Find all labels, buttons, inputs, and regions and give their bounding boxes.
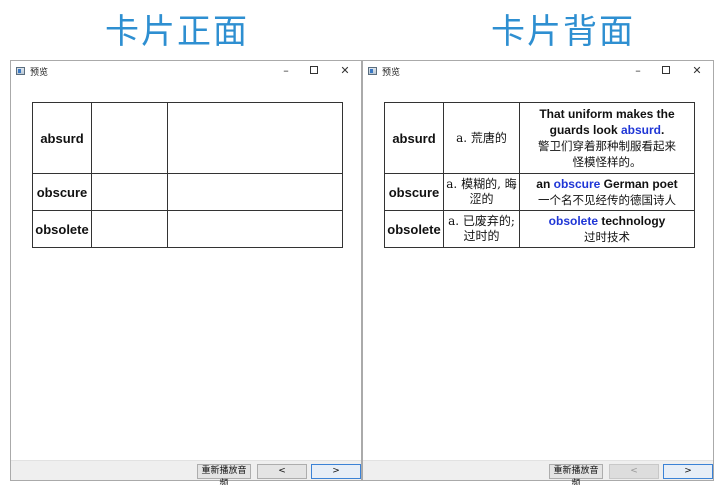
maximize-button[interactable]: [300, 62, 328, 80]
word-cell: obscure: [384, 173, 444, 211]
back-heading: 卡片背面: [491, 12, 635, 52]
minimize-button[interactable]: –: [272, 62, 300, 80]
table-row: obsolete a. 已废弃的; 过时的 obsolete technolog…: [384, 210, 695, 248]
meaning-cell: a. 荒唐的: [443, 102, 520, 174]
meaning-cell: a. 已废弃的; 过时的: [443, 210, 520, 248]
window-title: 预览: [382, 68, 401, 78]
prev-button[interactable]: <: [609, 464, 659, 479]
word-cell: obsolete: [32, 210, 92, 248]
replay-audio-button[interactable]: 重新播放音频: [549, 464, 603, 485]
highlighted-word: absurd: [620, 123, 661, 137]
front-heading: 卡片正面: [105, 12, 249, 52]
meaning-cell: [91, 102, 168, 174]
app-icon: [16, 67, 25, 75]
table-row: absurd: [32, 102, 343, 174]
window-title: 预览: [30, 68, 49, 78]
bottom-toolbar: 重新播放音频 < >: [363, 460, 713, 485]
meaning-cell: [91, 210, 168, 248]
meaning-cell: [91, 173, 168, 211]
back-preview-window: 预览 – ✕ absurd a. 荒唐的 That uniform makes …: [362, 60, 714, 485]
minimize-button[interactable]: –: [624, 62, 652, 80]
example-cell: an obscure German poet 一个名不见经传的德国诗人: [519, 173, 695, 211]
replay-audio-button[interactable]: 重新播放音频: [197, 464, 251, 485]
example-translation: 一个名不见经传的德国诗人: [538, 193, 676, 207]
example-cell: [167, 210, 343, 248]
example-cell: That uniform makes the guards look absur…: [519, 102, 695, 174]
table-row: absurd a. 荒唐的 That uniform makes the gua…: [384, 102, 695, 174]
example-translation: 怪模怪样的。: [572, 155, 642, 169]
close-button[interactable]: ✕: [331, 62, 359, 80]
meaning-cell: a. 模糊的, 晦涩的: [443, 173, 520, 211]
title-bar[interactable]: 预览 – ✕: [11, 61, 361, 81]
word-cell: absurd: [384, 102, 444, 174]
example-cell: [167, 173, 343, 211]
maximize-button[interactable]: [652, 62, 680, 80]
title-bar[interactable]: 预览 – ✕: [363, 61, 713, 81]
example-sentence: That uniform makes the guards look absur…: [539, 107, 675, 137]
table-row: obscure a. 模糊的, 晦涩的 an obscure German po…: [384, 173, 695, 211]
card-back-table: absurd a. 荒唐的 That uniform makes the gua…: [384, 102, 695, 248]
example-cell: obsolete technology 过时技术: [519, 210, 695, 248]
word-cell: absurd: [32, 102, 92, 174]
next-button[interactable]: >: [311, 464, 361, 479]
word-cell: obscure: [32, 173, 92, 211]
prev-button[interactable]: <: [257, 464, 307, 479]
example-translation: 警卫们穿着那种制服看起来: [538, 139, 676, 153]
example-sentence: obsolete technology: [548, 214, 666, 228]
highlighted-word: obsolete: [548, 214, 598, 228]
table-row: obscure: [32, 173, 343, 211]
bottom-toolbar: 重新播放音频 < >: [11, 460, 361, 485]
front-preview-window: 预览 – ✕ absurd obscure obsolete 重新播放音频 < …: [10, 60, 362, 485]
highlighted-word: obscure: [553, 177, 601, 191]
app-icon: [368, 67, 377, 75]
card-front-table: absurd obscure obsolete: [32, 102, 343, 248]
example-sentence: an obscure German poet: [536, 177, 678, 191]
maximize-icon: [310, 66, 318, 74]
close-button[interactable]: ✕: [683, 62, 711, 80]
table-row: obsolete: [32, 210, 343, 248]
word-cell: obsolete: [384, 210, 444, 248]
example-translation: 过时技术: [584, 230, 630, 244]
maximize-icon: [662, 66, 670, 74]
next-button[interactable]: >: [663, 464, 713, 479]
example-cell: [167, 102, 343, 174]
